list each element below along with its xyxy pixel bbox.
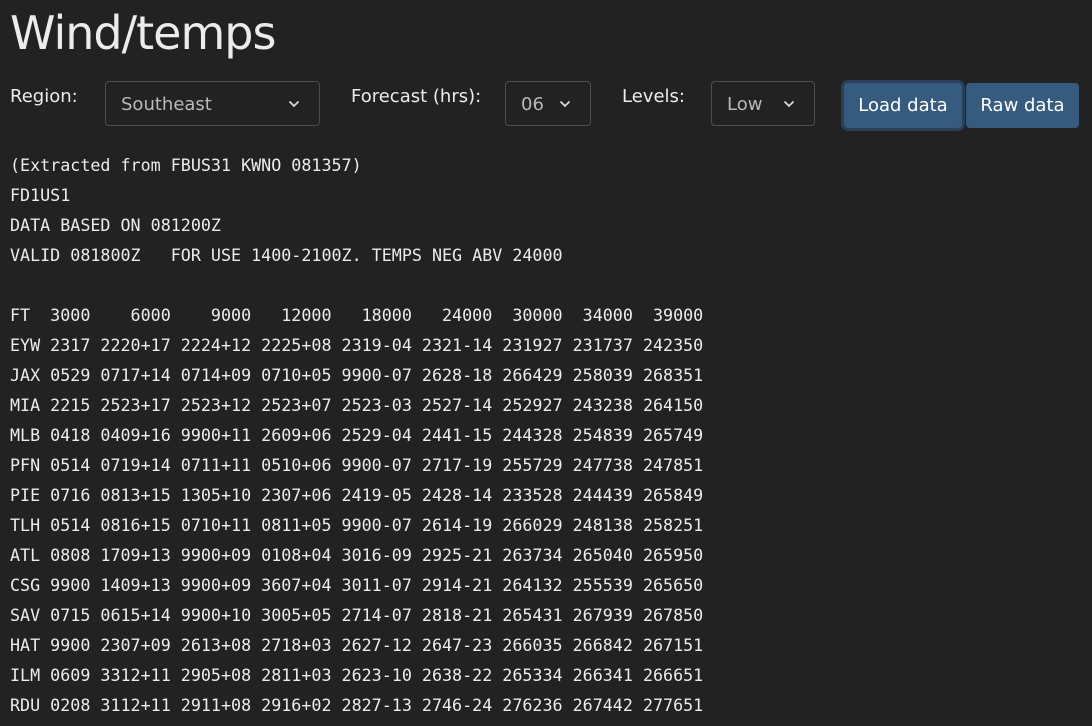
forecast-select[interactable]: 06 [505,81,591,126]
region-select-value: Southeast [121,94,212,115]
report-line: PFN 0514 0719+14 0711+11 0510+06 9900-07… [10,455,704,475]
report-line: HAT 9900 2307+09 2613+08 2718+03 2627-12… [10,635,704,655]
controls-bar: Region: Southeast Forecast (hrs): 06 Lev… [0,78,1092,134]
report-line: TLH 0514 0816+15 0710+11 0811+05 9900-07… [10,515,704,535]
chevron-down-icon [559,100,571,108]
region-label: Region: [10,86,78,107]
page-title: Wind/temps [10,6,276,60]
report-line: FD1US1 [10,185,71,205]
report-line: PIE 0716 0813+15 1305+10 2307+06 2419-05… [10,485,704,505]
report-line: FT 3000 6000 9000 12000 18000 24000 3000… [10,305,704,325]
report-line: EYW 2317 2220+17 2224+12 2225+08 2319-04… [10,335,704,355]
report-line: DATA BASED ON 081200Z [10,215,221,235]
report-line: MIA 2215 2523+17 2523+12 2523+07 2523-03… [10,395,704,415]
report-line: MLB 0418 0409+16 9900+11 2609+06 2529-04… [10,425,704,445]
report-line: ILM 0609 3312+11 2905+08 2811+03 2623-10… [10,665,704,685]
levels-select[interactable]: Low [711,81,815,126]
report-line: SAV 0715 0615+14 9900+10 3005+05 2714-07… [10,605,704,625]
chevron-down-icon [783,100,795,108]
report-line [10,270,703,300]
report-line: RDU 0208 3112+11 2911+08 2916+02 2827-13… [10,695,704,715]
raw-data-button[interactable]: Raw data [966,83,1079,128]
forecast-label: Forecast (hrs): [351,86,482,107]
report-line: (Extracted from FBUS31 KWNO 081357) [10,155,362,175]
winds-aloft-report: (Extracted from FBUS31 KWNO 081357) FD1US… [10,150,703,720]
chevron-down-icon [288,100,300,108]
levels-select-value: Low [727,94,763,115]
load-data-button[interactable]: Load data [844,83,962,128]
region-select[interactable]: Southeast [105,81,320,126]
levels-label: Levels: [622,86,685,107]
report-line: ATL 0808 1709+13 9900+09 0108+04 3016-09… [10,545,704,565]
forecast-select-value: 06 [521,94,544,115]
report-line: CSG 9900 1409+13 9900+09 3607+04 3011-07… [10,575,704,595]
report-line: JAX 0529 0717+14 0714+09 0710+05 9900-07… [10,365,704,385]
report-line: VALID 081800Z FOR USE 1400-2100Z. TEMPS … [10,245,563,265]
